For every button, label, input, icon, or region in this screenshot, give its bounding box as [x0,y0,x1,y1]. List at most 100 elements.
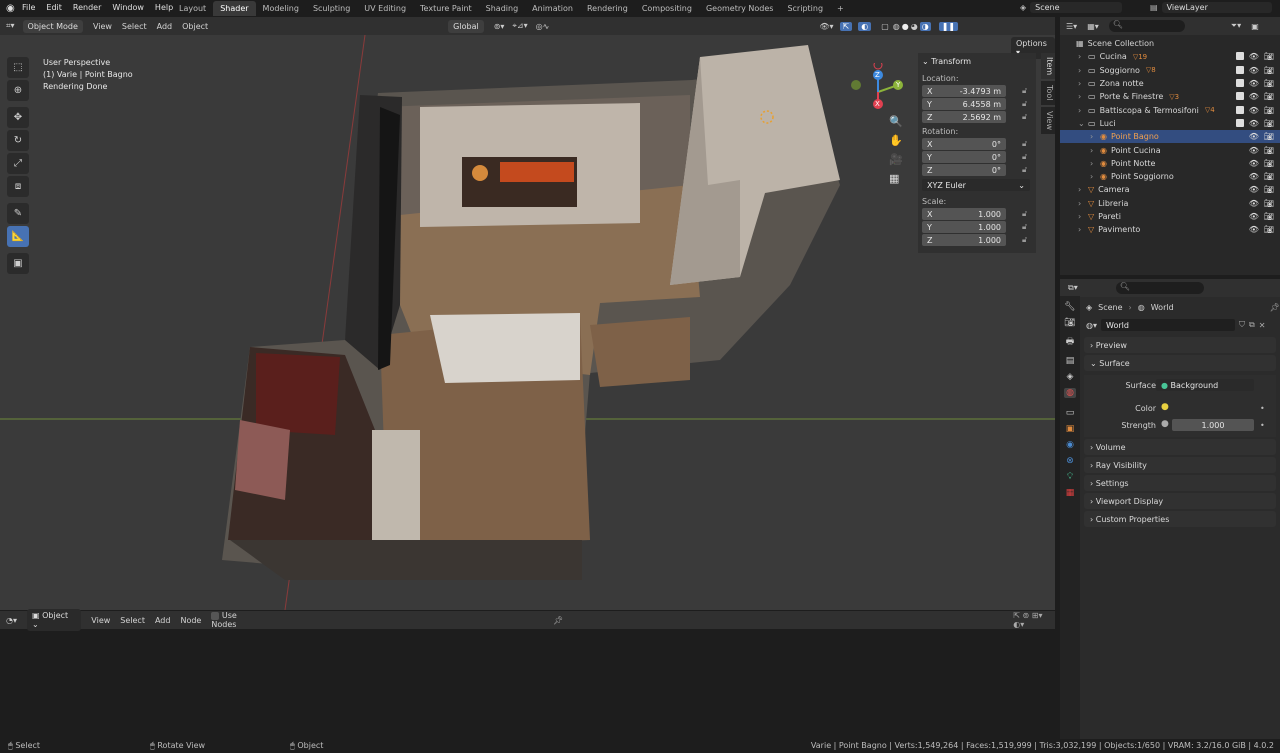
use-nodes-checkbox[interactable]: Use Nodes [211,611,263,629]
object-tab-icon[interactable]: ▣ [1066,424,1075,434]
render-camera-icon[interactable]: 📷︎ [1264,225,1274,234]
expand-arrow-icon[interactable]: › [1090,159,1100,168]
menu-window[interactable]: Window [112,3,144,12]
menu-file[interactable]: File [22,3,35,12]
world-name-field[interactable]: World [1101,319,1235,331]
render-camera-icon[interactable]: 📷︎ [1264,66,1274,75]
keyframe-dot-icon[interactable]: • [1260,421,1265,430]
expand-arrow-icon[interactable]: › [1078,199,1088,208]
lock-icon[interactable]: 🔓︎ [1022,139,1027,149]
outliner-item-point-cucina[interactable]: › ◉ Point Cucina 👁 📷︎ [1060,143,1280,156]
menu-render[interactable]: Render [73,3,101,12]
unlink-icon[interactable]: ✕ [1259,321,1266,330]
tab-rendering[interactable]: Rendering [580,1,635,16]
expand-arrow-icon[interactable]: ⌄ [1078,119,1088,128]
output-tab-icon[interactable]: 🖶 [1066,334,1075,350]
exclude-checkbox[interactable] [1235,92,1244,101]
world-browse-icon[interactable]: ◍▾ [1086,321,1097,330]
rotation-y-field[interactable]: Y 0° [922,151,1006,163]
transform-tool-icon[interactable]: ⧈ [7,176,29,197]
render-camera-icon[interactable]: 📷︎ [1264,119,1274,128]
rotate-tool-icon[interactable]: ↻ [7,130,29,151]
outliner-item-pavimento[interactable]: › ▽ Pavimento 👁 📷︎ [1060,223,1280,236]
node-editor-tools-icon[interactable]: ⇱ ⊚ ⊞▾ ◐▾ [1013,611,1055,629]
scale-tool-icon[interactable]: ⤢ [7,153,29,174]
render-camera-icon[interactable]: 📷︎ [1264,159,1274,168]
ortho-grid-icon[interactable]: ▦ [889,172,903,185]
node-menu-select[interactable]: Select [120,616,145,625]
viewlayer-selector[interactable]: ▤ ViewLayer [1150,2,1272,13]
lock-icon[interactable]: 🔓︎ [1022,209,1027,219]
lock-icon[interactable]: 🔓︎ [1022,112,1027,122]
pivot-icon[interactable]: ⊚▾ [494,22,505,31]
menu-help[interactable]: Help [155,3,173,12]
outliner-item-cucina[interactable]: › ▭ Cucina ▽19 👁 📷︎ [1060,50,1280,63]
rotation-x-field[interactable]: X 0° [922,138,1006,150]
editor-type-icon[interactable]: ◔▾ [6,616,17,625]
expand-arrow-icon[interactable]: › [1078,52,1088,61]
location-y-field[interactable]: Y 6.4558 m [922,98,1006,110]
visibility-eye-icon[interactable]: 👁 [1249,225,1259,234]
outliner-item-battiscopa-termosifoni[interactable]: › ▭ Battiscopa & Termosifoni ▽4 👁 📷︎ [1060,103,1280,116]
tab-texture-paint[interactable]: Texture Paint [413,1,479,16]
expand-arrow-icon[interactable]: › [1090,132,1100,141]
scale-y-field[interactable]: Y 1.000 [922,221,1006,233]
tab-shading[interactable]: Shading [479,1,526,16]
tab-view[interactable]: View [1041,106,1055,134]
outliner-item-point-notte[interactable]: › ◉ Point Notte 👁 📷︎ [1060,157,1280,170]
node-menu-add[interactable]: Add [155,616,171,625]
menu-edit[interactable]: Edit [46,3,62,12]
tab-modeling[interactable]: Modeling [256,1,306,16]
orientation-dropdown[interactable]: Global [448,19,484,33]
navigation-gizmo[interactable]: X Y Z [850,60,910,123]
lock-icon[interactable]: 🔓︎ [1022,222,1027,232]
tab-compositing[interactable]: Compositing [635,1,699,16]
view-layer-tab-icon[interactable]: ▤ [1066,356,1075,366]
outliner-item-libreria[interactable]: › ▽ Libreria 👁 📷︎ [1060,197,1280,210]
expand-arrow-icon[interactable]: › [1078,66,1088,75]
outliner-item-point-soggiorno[interactable]: › ◉ Point Soggiorno 👁 📷︎ [1060,170,1280,183]
fake-user-icon[interactable]: ⛉ [1239,320,1245,330]
lock-icon[interactable]: 🔓︎ [1022,235,1027,245]
visibility-eye-icon[interactable]: 👁 [1249,185,1259,194]
shader-editor[interactable]: ◔▾ ▣ Object ⌄ View Select Add Node Use N… [0,609,1055,739]
visibility-eye-icon[interactable]: 👁 [1249,132,1259,141]
exclude-checkbox[interactable] [1235,65,1244,74]
breadcrumb-world[interactable]: World [1151,303,1174,312]
snap-icon[interactable]: ⌖⊿▾ [512,21,527,31]
expand-arrow-icon[interactable]: › [1078,212,1088,221]
pin-icon[interactable]: 📌︎ [553,616,563,625]
collection-tab-icon[interactable]: ▭ [1066,408,1075,418]
mode-dropdown[interactable]: Object Mode [22,19,83,33]
expand-arrow-icon[interactable]: › [1090,172,1100,181]
pause-render-icon[interactable]: ❚❚ [938,21,959,31]
outliner-item-camera[interactable]: › ▽ Camera 👁 📷︎ [1060,183,1280,196]
tab-geometry-nodes[interactable]: Geometry Nodes [699,1,780,16]
xray-icon[interactable]: ▢ [881,22,889,31]
overlay-toggle-icon[interactable]: ◐ [858,21,872,31]
outliner-item-porte-finestre[interactable]: › ▭ Porte & Finestre ▽3 👁 📷︎ [1060,90,1280,103]
tab-sculpting[interactable]: Sculpting [306,1,357,16]
render-camera-icon[interactable]: 📷︎ [1264,199,1274,208]
select-box-tool-icon[interactable]: ⬚ [7,57,29,78]
render-camera-icon[interactable]: 📷︎ [1264,92,1274,101]
expand-arrow-icon[interactable]: › [1078,92,1088,101]
rotation-z-field[interactable]: Z 0° [922,164,1006,176]
data-tab-icon[interactable]: 💡︎ [1067,472,1073,482]
add-cube-tool-icon[interactable]: ▣ [7,253,29,274]
tab-shader[interactable]: Shader [213,1,256,16]
render-camera-icon[interactable]: 📷︎ [1264,106,1274,115]
scene-selector[interactable]: ◈ Scene [1020,2,1123,13]
section-custom-properties[interactable]: › Custom Properties [1084,511,1276,527]
shading-wireframe-icon[interactable]: ◍ [893,22,900,31]
outliner-editor-icon[interactable]: ☰▾ [1066,22,1077,31]
outliner-item-pareti[interactable]: › ▽ Pareti 👁 📷︎ [1060,210,1280,223]
exclude-checkbox[interactable] [1235,79,1244,88]
lock-icon[interactable]: 🔓︎ [1022,99,1027,109]
display-mode-icon[interactable]: ▦▾ [1087,22,1099,31]
outliner-item-zona-notte[interactable]: › ▭ Zona notte 👁 📷︎ [1060,77,1280,90]
lock-icon[interactable]: 🔓︎ [1022,165,1027,175]
rotation-mode-dropdown[interactable]: XYZ Euler ⌄ [922,179,1030,191]
duplicate-icon[interactable]: ⧉ [1249,320,1255,330]
visibility-eye-icon[interactable]: 👁 [1249,106,1259,115]
